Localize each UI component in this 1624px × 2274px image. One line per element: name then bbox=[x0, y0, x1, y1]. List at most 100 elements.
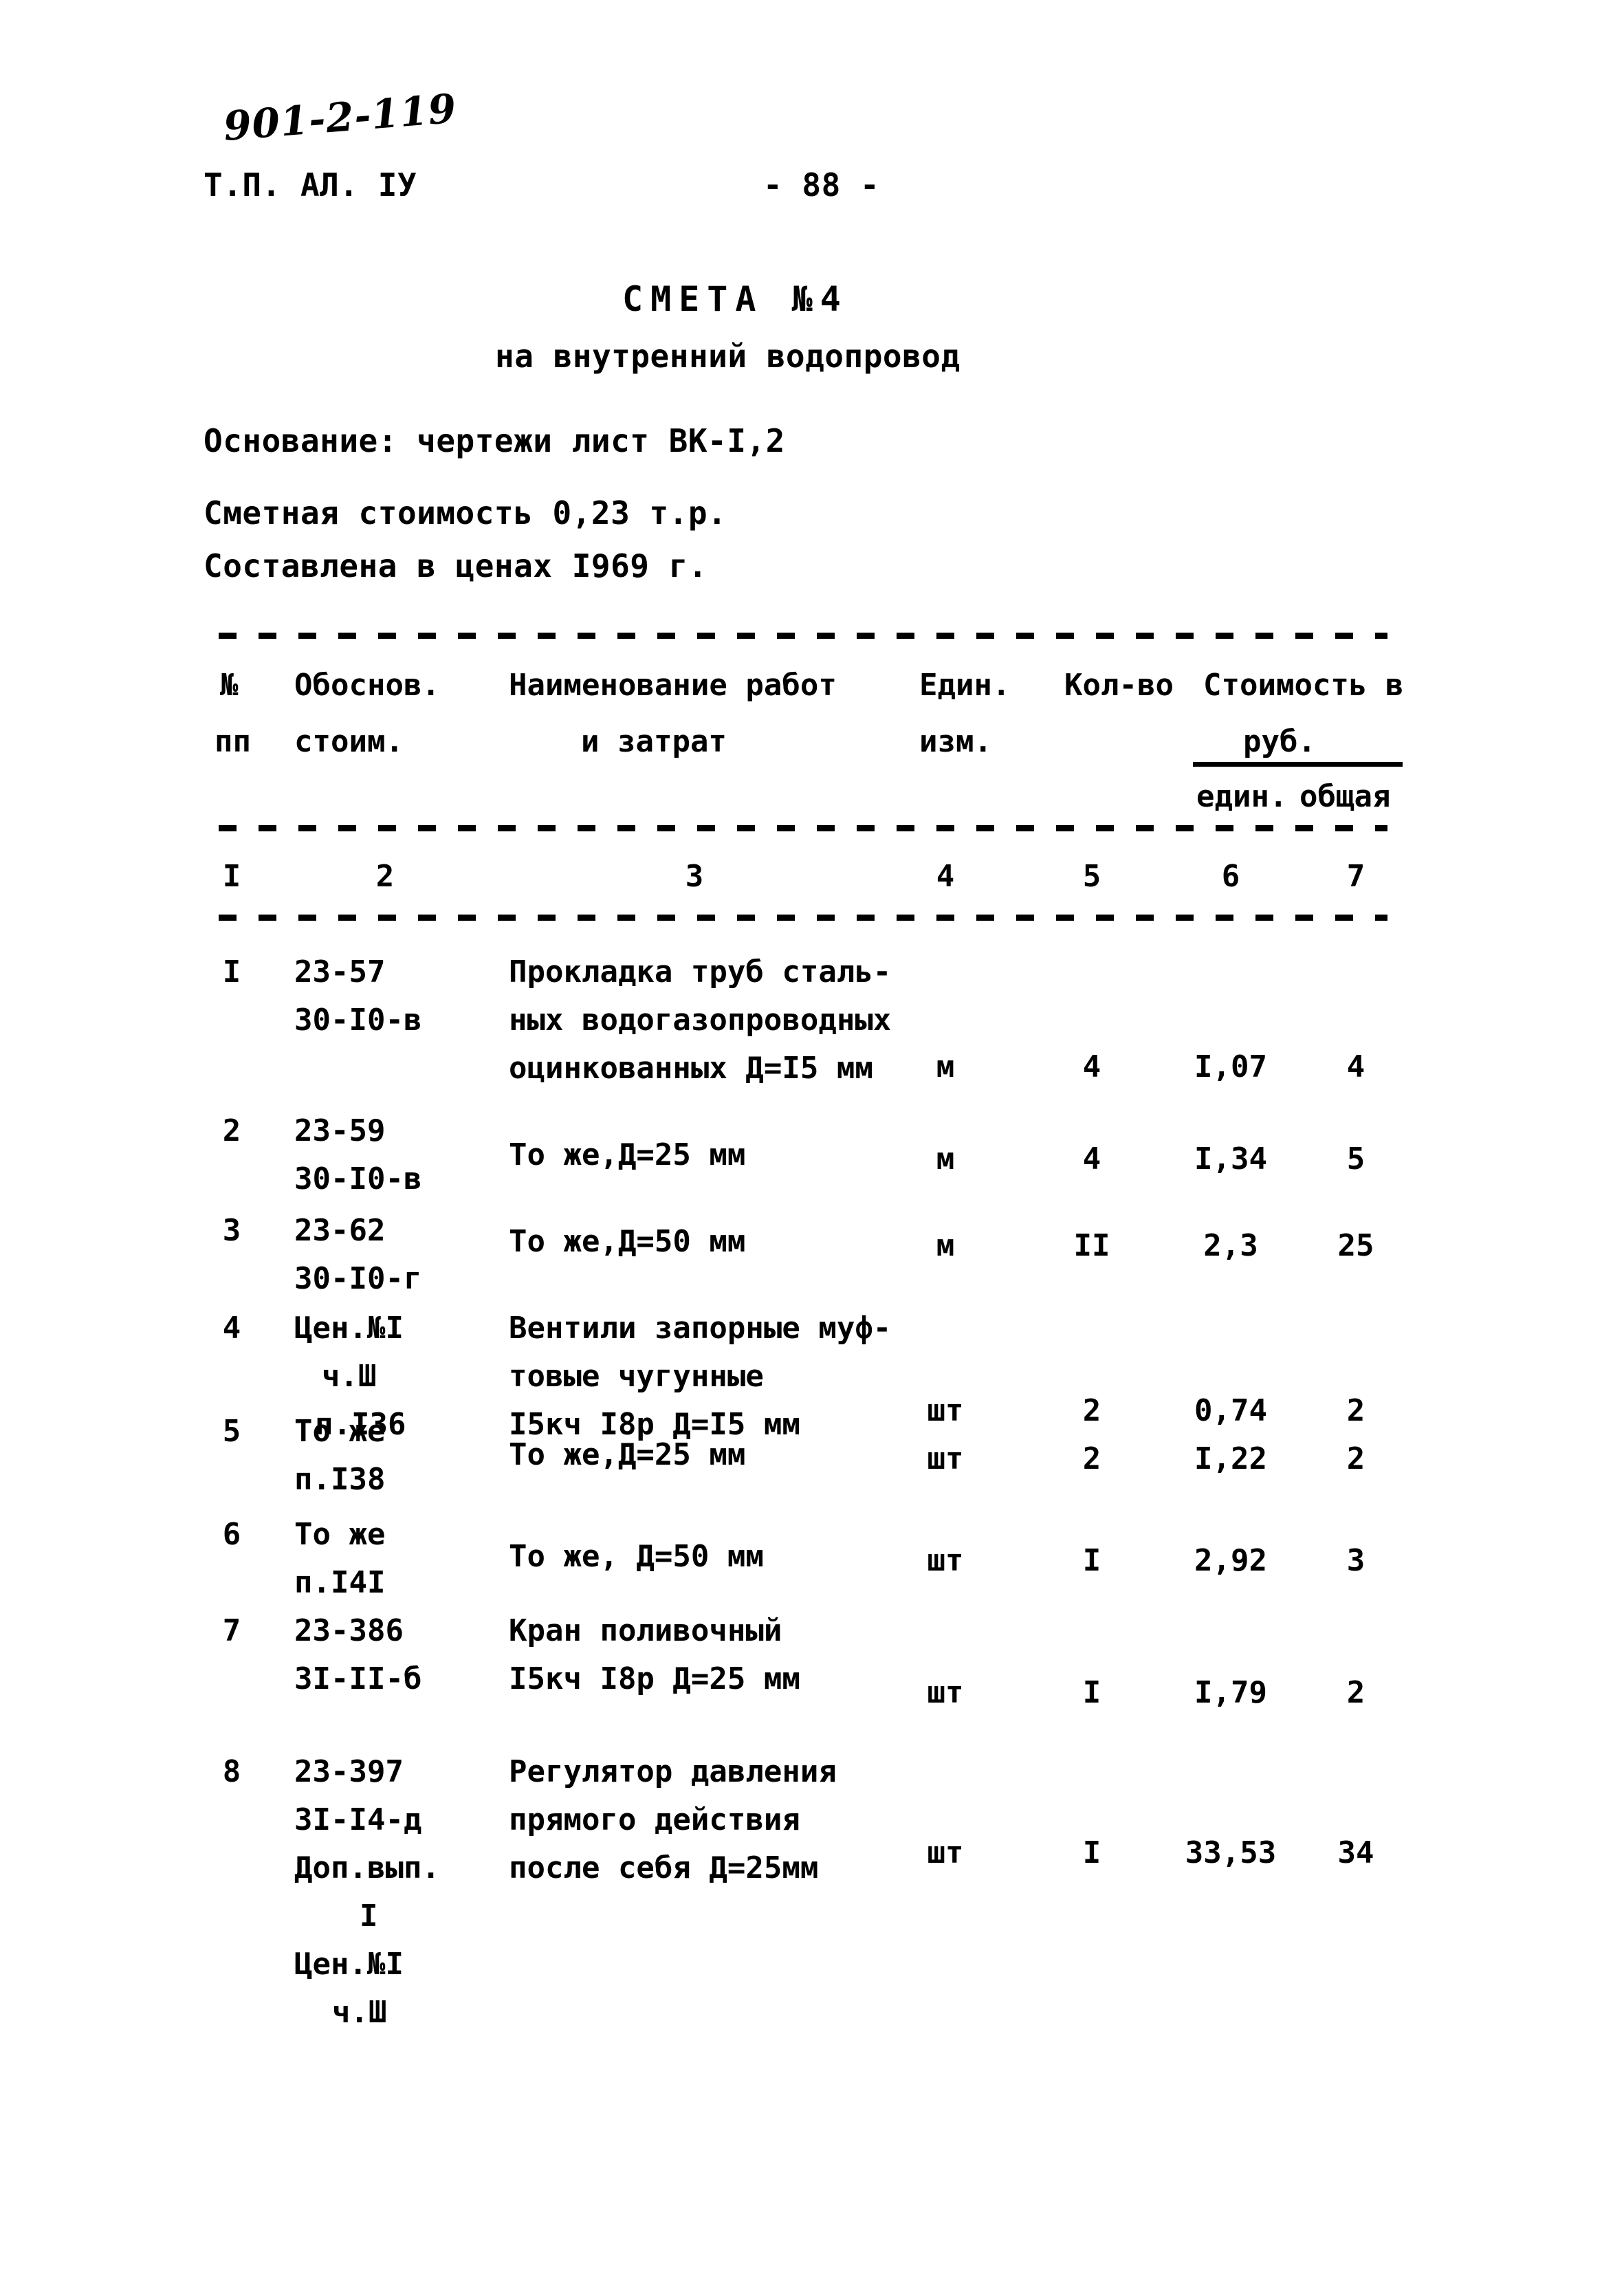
row-8-basis-line-4: I bbox=[360, 1899, 378, 1934]
column-number-7: 7 bbox=[1346, 859, 1365, 894]
row-5-name-line-1: То же,Д=25 мм bbox=[509, 1437, 746, 1472]
row-8-quantity: I bbox=[1082, 1835, 1101, 1870]
row-4-unit: шт bbox=[927, 1393, 964, 1428]
row-5-total-cost: 2 bbox=[1346, 1441, 1365, 1476]
page-number: - 88 - bbox=[763, 166, 880, 204]
row-1-unit: м bbox=[936, 1049, 955, 1084]
header-cost-line2: руб. bbox=[1243, 724, 1316, 759]
header-quantity: Кол-во bbox=[1064, 668, 1174, 703]
row-1-basis-line-1: 23-57 bbox=[294, 954, 386, 990]
row-8-total-cost: 34 bbox=[1337, 1835, 1374, 1870]
row-7-number: 7 bbox=[222, 1613, 241, 1648]
row-6-basis-line-2: п.I4I bbox=[294, 1565, 386, 1600]
prices-year-line: Составлена в ценах I969 г. bbox=[204, 547, 708, 584]
row-7-quantity: I bbox=[1082, 1675, 1101, 1710]
row-4-basis-line-1: Цен.№I bbox=[294, 1311, 404, 1346]
column-number-1: I bbox=[222, 859, 241, 894]
row-8-name-line-2: прямого действия bbox=[509, 1802, 800, 1837]
estimate-cost-line: Сметная стоимость 0,23 т.р. bbox=[204, 494, 727, 532]
header-name-line2: и затрат bbox=[581, 724, 727, 759]
header-bottom-divider bbox=[219, 825, 1387, 831]
header-name-line1: Наименование работ bbox=[509, 668, 837, 703]
row-3-basis-line-1: 23-62 bbox=[294, 1213, 386, 1248]
row-4-name-line-2: товые чугунные bbox=[509, 1359, 764, 1394]
row-4-total-cost: 2 bbox=[1346, 1393, 1365, 1428]
handwritten-catalog-code: 901-2-119 bbox=[221, 85, 459, 150]
row-7-name-line-2: I5кч I8р Д=25 мм bbox=[509, 1661, 800, 1696]
row-1-unit-cost: I,07 bbox=[1194, 1049, 1267, 1084]
row-3-unit: м bbox=[936, 1228, 955, 1263]
row-1-name-line-2: ных водогазопроводных bbox=[509, 1003, 892, 1038]
header-cost-sub-total: общая bbox=[1299, 779, 1391, 814]
column-number-6: 6 bbox=[1221, 859, 1240, 894]
row-3-number: 3 bbox=[222, 1213, 241, 1248]
row-6-number: 6 bbox=[222, 1517, 241, 1552]
row-4-number: 4 bbox=[222, 1311, 241, 1346]
row-1-total-cost: 4 bbox=[1346, 1049, 1365, 1084]
page-title: СМЕТА №4 bbox=[622, 279, 848, 319]
header-unit-line2: изм. bbox=[919, 724, 992, 759]
column-number-3: 3 bbox=[685, 859, 704, 894]
row-1-name-line-1: Прокладка труб сталь- bbox=[509, 954, 892, 990]
row-6-name-line-1: То же, Д=50 мм bbox=[509, 1539, 764, 1574]
row-6-unit-cost: 2,92 bbox=[1194, 1543, 1267, 1578]
row-2-unit-cost: I,34 bbox=[1194, 1141, 1267, 1177]
row-7-basis-line-1: 23-386 bbox=[294, 1613, 404, 1648]
row-6-total-cost: 3 bbox=[1346, 1543, 1365, 1578]
column-number-2: 2 bbox=[375, 859, 395, 894]
row-8-unit: шт bbox=[927, 1835, 964, 1870]
row-3-basis-line-2: 30-I0-г bbox=[294, 1261, 422, 1296]
row-3-name-line-1: То же,Д=50 мм bbox=[509, 1224, 746, 1259]
row-8-basis-line-6: ч.Ш bbox=[332, 1995, 387, 2030]
header-cost-sub-unit: един. bbox=[1196, 779, 1288, 814]
basis-line: Основание: чертежи лист ВК-I,2 bbox=[204, 422, 785, 459]
row-4-basis-line-2: ч.Ш bbox=[322, 1359, 377, 1394]
row-4-name-line-3: I5кч I8р Д=I5 мм bbox=[509, 1407, 800, 1442]
header-num-line1: № bbox=[220, 668, 239, 703]
row-1-quantity: 4 bbox=[1082, 1049, 1101, 1084]
row-1-basis-line-2: 30-I0-в bbox=[294, 1003, 422, 1038]
header-cost-line1: Стоимость в bbox=[1203, 668, 1404, 703]
row-4-unit-cost: 0,74 bbox=[1194, 1393, 1267, 1428]
row-1-number: I bbox=[222, 954, 241, 990]
row-7-name-line-1: Кран поливочный bbox=[509, 1613, 782, 1648]
header-basis-line1: Обоснов. bbox=[294, 668, 440, 703]
row-2-total-cost: 5 bbox=[1346, 1141, 1365, 1177]
row-3-total-cost: 25 bbox=[1337, 1228, 1374, 1263]
row-8-name-line-1: Регулятор давления bbox=[509, 1754, 837, 1789]
page-subtitle: на внутренний водопровод bbox=[495, 338, 961, 375]
row-2-number: 2 bbox=[222, 1113, 241, 1148]
row-4-quantity: 2 bbox=[1082, 1393, 1101, 1428]
document-reference: Т.П. АЛ. IУ bbox=[204, 166, 417, 204]
row-7-unit: шт bbox=[927, 1675, 964, 1710]
row-6-unit: шт bbox=[927, 1543, 964, 1578]
table-top-divider bbox=[219, 633, 1387, 639]
row-8-unit-cost: 33,53 bbox=[1185, 1835, 1277, 1870]
header-num-line2: пп bbox=[215, 724, 251, 759]
row-5-number: 5 bbox=[222, 1414, 241, 1449]
column-numbers-bottom-divider bbox=[219, 915, 1387, 921]
row-2-quantity: 4 bbox=[1082, 1141, 1101, 1177]
row-8-number: 8 bbox=[222, 1754, 241, 1789]
row-8-basis-line-3: Доп.вып. bbox=[294, 1850, 440, 1885]
row-2-name-line-1: То же,Д=25 мм bbox=[509, 1137, 746, 1172]
row-6-quantity: I bbox=[1082, 1543, 1101, 1578]
header-unit-line1: Един. bbox=[919, 668, 1011, 703]
row-5-basis-line-1: То же bbox=[294, 1414, 386, 1449]
row-8-basis-line-1: 23-397 bbox=[294, 1754, 404, 1789]
row-6-basis-line-1: То же bbox=[294, 1517, 386, 1552]
row-5-unit-cost: I,22 bbox=[1194, 1441, 1267, 1476]
row-5-quantity: 2 bbox=[1082, 1441, 1101, 1476]
row-1-name-line-3: оцинкованных Д=I5 мм bbox=[509, 1051, 873, 1086]
row-8-name-line-3: после себя Д=25мм bbox=[509, 1850, 819, 1885]
scanned-estimate-page: 901-2-119 Т.П. АЛ. IУ - 88 - СМЕТА №4 на… bbox=[0, 0, 1624, 2274]
row-2-basis-line-2: 30-I0-в bbox=[294, 1161, 422, 1196]
row-8-basis-line-5: Цен.№I bbox=[294, 1947, 404, 1982]
row-7-total-cost: 2 bbox=[1346, 1675, 1365, 1710]
row-5-unit: шт bbox=[927, 1441, 964, 1476]
row-2-basis-line-1: 23-59 bbox=[294, 1113, 386, 1148]
cost-header-underline bbox=[1193, 762, 1403, 767]
row-7-basis-line-2: 3I-II-б bbox=[294, 1661, 422, 1696]
row-8-basis-line-2: 3I-I4-д bbox=[294, 1802, 422, 1837]
row-3-unit-cost: 2,3 bbox=[1203, 1228, 1258, 1263]
